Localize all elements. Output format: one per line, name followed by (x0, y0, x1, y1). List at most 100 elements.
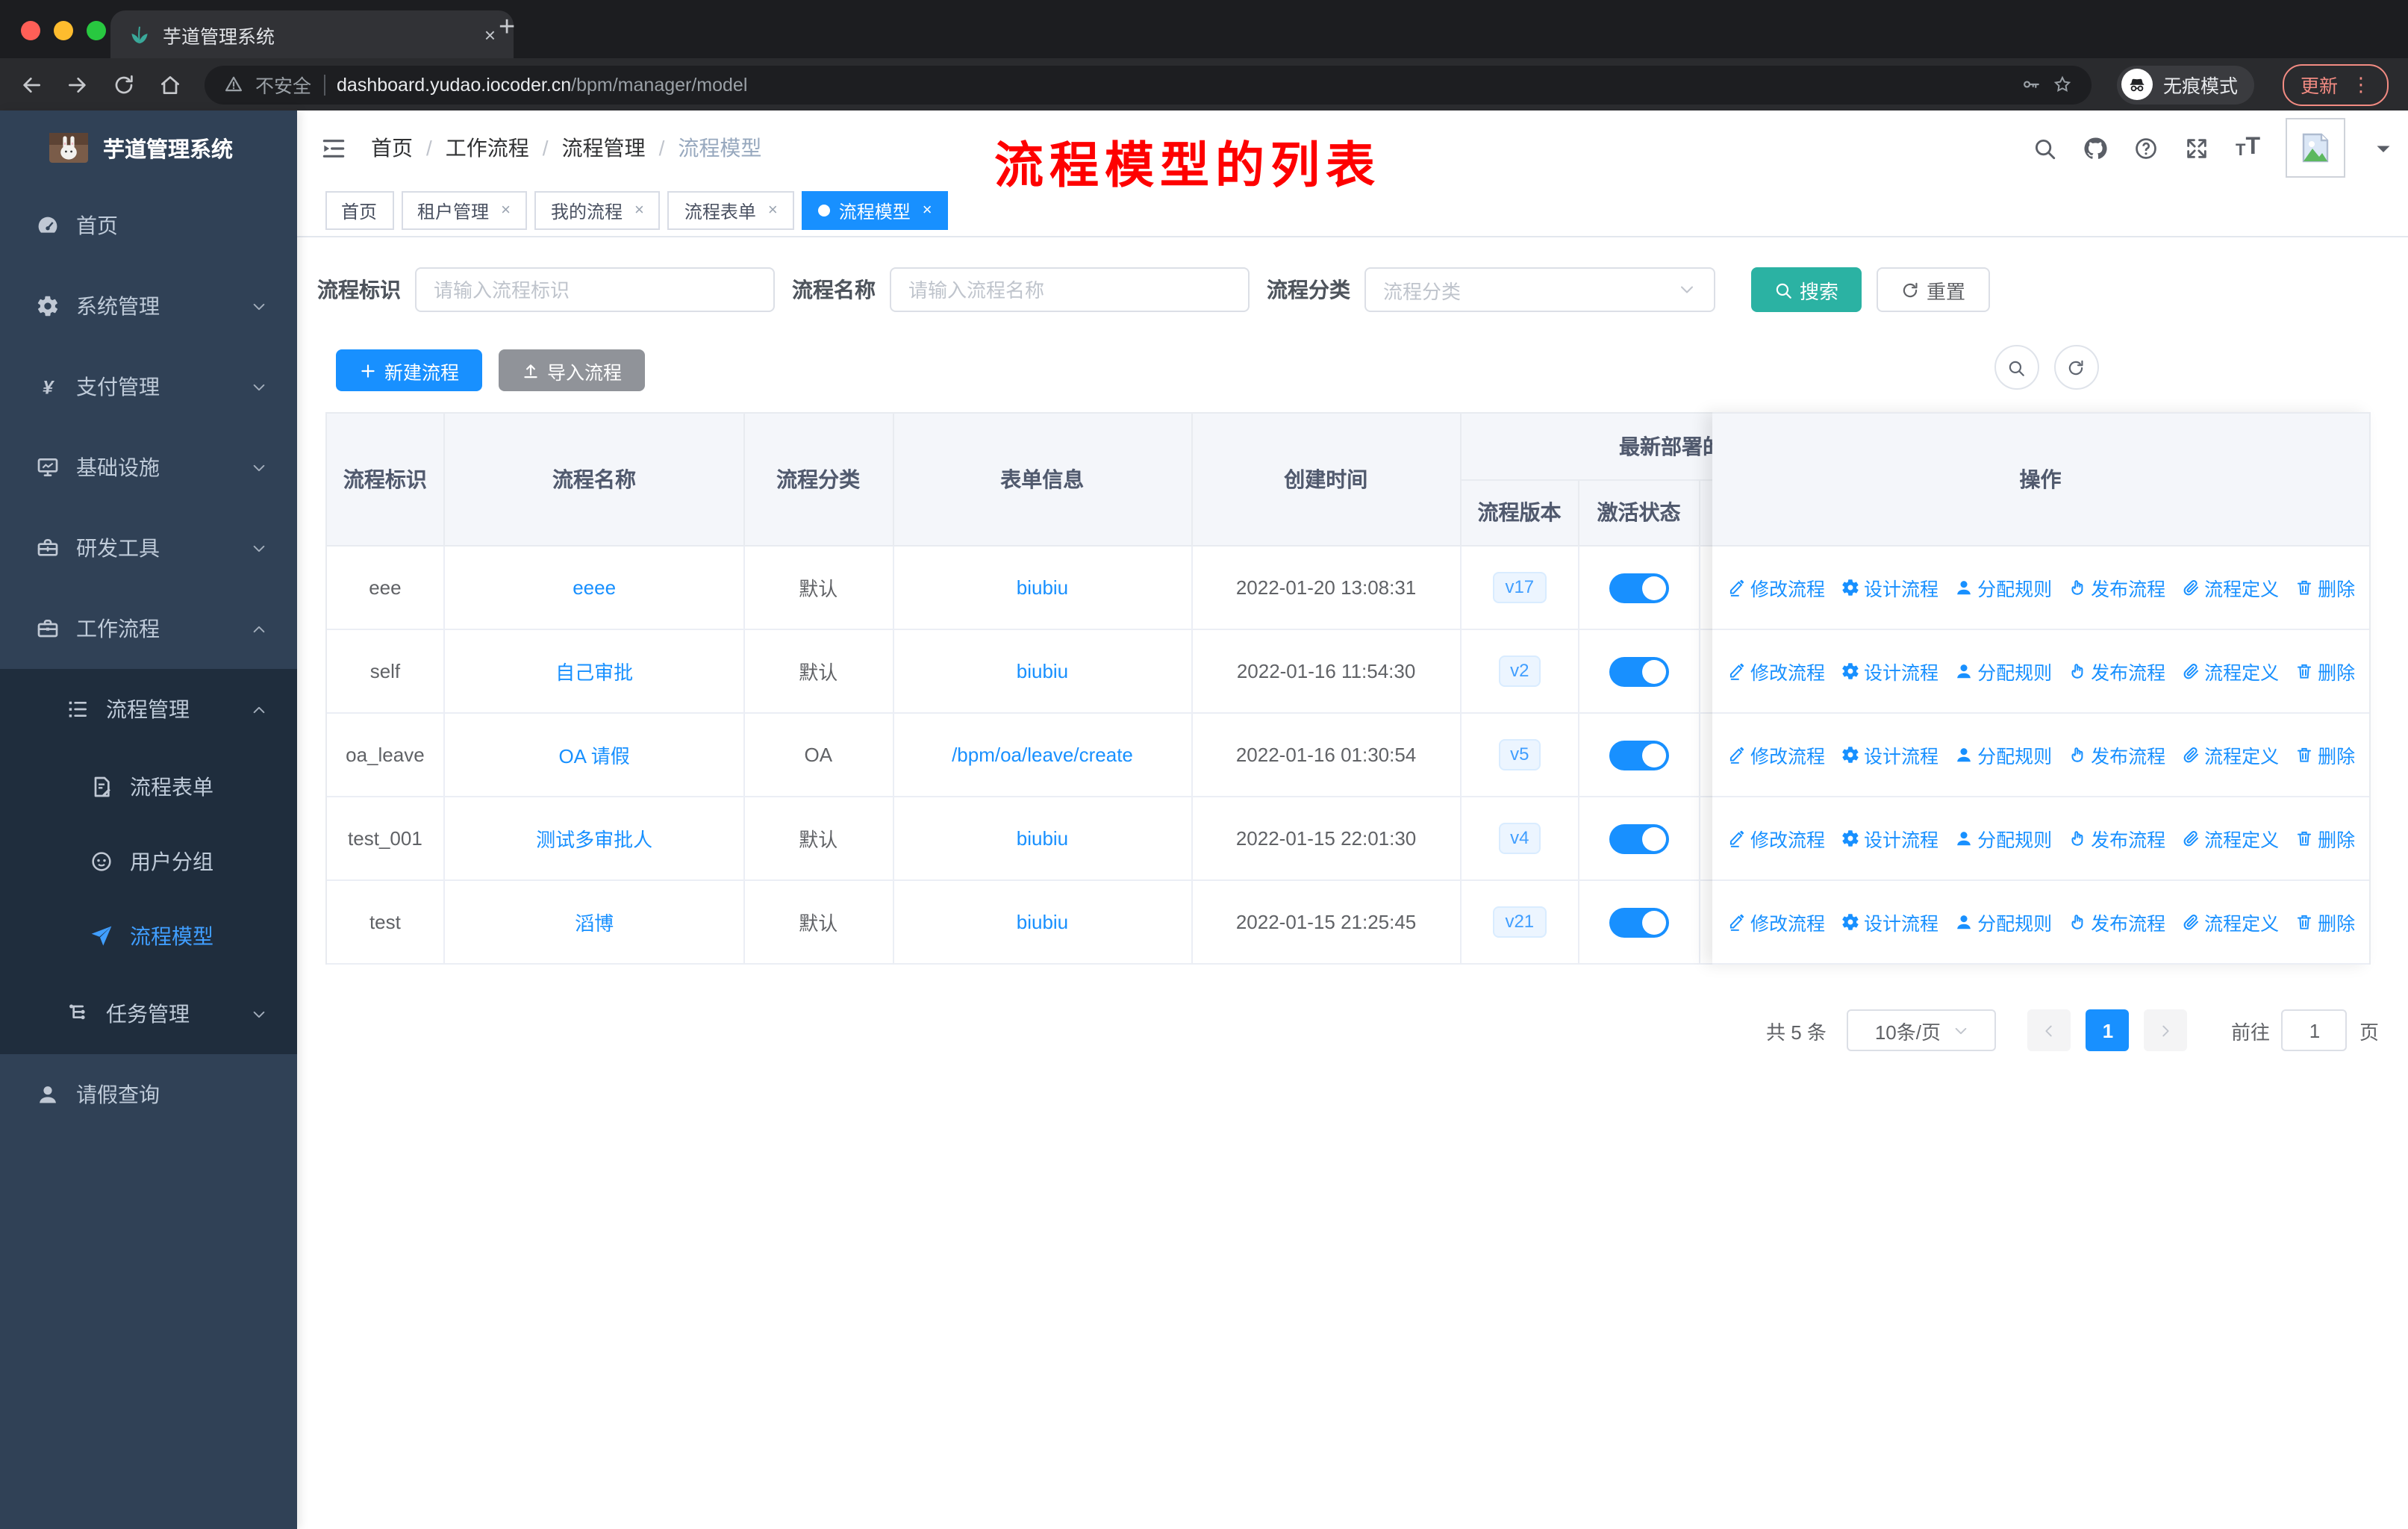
process-category-select[interactable]: 流程分类 (1364, 267, 1715, 312)
user-avatar[interactable] (2286, 118, 2345, 178)
version-badge[interactable]: v2 (1498, 655, 1541, 688)
active-toggle[interactable] (1609, 573, 1669, 602)
github-icon[interactable] (2083, 135, 2109, 161)
process-name-link[interactable]: eeee (573, 576, 616, 599)
sidebar-item-process-form[interactable]: 流程表单 (0, 750, 296, 824)
sidebar-item-infra[interactable]: 基础设施 (0, 427, 296, 508)
op-assign-link[interactable]: 分配规则 (1953, 908, 2052, 936)
app-logo[interactable]: 芋道管理系统 (0, 110, 296, 185)
sidebar-item-process-mgmt[interactable]: 流程管理 (0, 669, 296, 750)
sidebar-item-leave-query[interactable]: 请假查询 (0, 1054, 296, 1135)
process-key-input[interactable] (414, 267, 774, 312)
prev-page-button[interactable] (2027, 1009, 2071, 1051)
help-icon[interactable] (2134, 135, 2159, 161)
op-definition-link[interactable]: 流程定义 (2180, 824, 2279, 853)
tab-my-process[interactable]: 我的流程 × (534, 191, 661, 230)
bookmark-star-icon[interactable] (2053, 75, 2072, 94)
browser-menu-icon[interactable]: ⋮ (2351, 72, 2371, 96)
new-tab-button[interactable]: + (499, 12, 515, 45)
close-tab-icon[interactable]: × (484, 23, 496, 46)
process-name-link[interactable]: OA 请假 (558, 741, 629, 769)
browser-tab[interactable]: 芋道管理系统 × (110, 10, 514, 58)
op-delete-link[interactable]: 删除 (2294, 741, 2355, 769)
sidebar-item-payment[interactable]: ¥ 支付管理 (0, 346, 296, 427)
collapse-sidebar-icon[interactable] (319, 134, 347, 162)
op-modify-link[interactable]: 修改流程 (1727, 657, 1825, 685)
minimize-window-button[interactable] (54, 21, 73, 40)
tab-home[interactable]: 首页 (325, 191, 394, 230)
import-process-button[interactable]: 导入流程 (498, 349, 645, 391)
op-assign-link[interactable]: 分配规则 (1953, 824, 2052, 853)
op-definition-link[interactable]: 流程定义 (2180, 908, 2279, 936)
sidebar-item-home[interactable]: 首页 (0, 185, 296, 266)
zoom-window-button[interactable] (87, 21, 106, 40)
create-process-button[interactable]: 新建流程 (335, 349, 482, 391)
op-delete-link[interactable]: 删除 (2294, 908, 2355, 936)
op-design-link[interactable]: 设计流程 (1840, 908, 1938, 936)
op-publish-link[interactable]: 发布流程 (2067, 741, 2165, 769)
active-toggle[interactable] (1609, 656, 1669, 686)
op-delete-link[interactable]: 删除 (2294, 824, 2355, 853)
address-bar[interactable]: 不安全 dashboard.yudao.iocoder.cn/bpm/manag… (205, 65, 2092, 104)
op-design-link[interactable]: 设计流程 (1840, 824, 1938, 853)
page-size-select[interactable]: 10条/页 (1847, 1009, 1997, 1051)
process-name-link[interactable]: 自己审批 (555, 657, 633, 685)
op-modify-link[interactable]: 修改流程 (1727, 741, 1825, 769)
op-design-link[interactable]: 设计流程 (1840, 657, 1938, 685)
toggle-search-button[interactable] (1994, 345, 2039, 390)
op-modify-link[interactable]: 修改流程 (1727, 573, 1825, 602)
op-assign-link[interactable]: 分配规则 (1953, 573, 2052, 602)
close-tab-icon[interactable]: × (923, 202, 932, 219)
header-search-icon[interactable] (2033, 135, 2058, 161)
search-button[interactable]: 搜索 (1750, 267, 1862, 312)
avatar-caret-down-icon[interactable] (2371, 135, 2396, 161)
close-tab-icon[interactable]: × (634, 202, 644, 219)
process-name-link[interactable]: 滔博 (575, 908, 614, 936)
op-modify-link[interactable]: 修改流程 (1727, 908, 1825, 936)
op-definition-link[interactable]: 流程定义 (2180, 573, 2279, 602)
form-info-link[interactable]: biubiu (1017, 911, 1068, 933)
reset-button[interactable]: 重置 (1876, 267, 1990, 312)
sidebar-item-task-mgmt[interactable]: 任务管理 (0, 974, 296, 1054)
op-publish-link[interactable]: 发布流程 (2067, 908, 2165, 936)
reload-icon[interactable] (112, 72, 136, 96)
sidebar-item-system[interactable]: 系统管理 (0, 266, 296, 346)
version-badge[interactable]: v4 (1498, 822, 1541, 855)
home-icon[interactable] (158, 72, 182, 96)
password-key-icon[interactable] (2021, 75, 2041, 94)
breadcrumb-item[interactable]: 工作流程 (446, 133, 529, 163)
refresh-table-button[interactable] (2053, 345, 2098, 390)
current-page-button[interactable]: 1 (2086, 1009, 2130, 1051)
op-publish-link[interactable]: 发布流程 (2067, 573, 2165, 602)
version-badge[interactable]: v5 (1498, 738, 1541, 771)
back-icon[interactable] (19, 72, 43, 96)
form-info-link[interactable]: biubiu (1017, 660, 1068, 682)
close-tab-icon[interactable]: × (768, 202, 778, 219)
op-publish-link[interactable]: 发布流程 (2067, 657, 2165, 685)
active-toggle[interactable] (1609, 907, 1669, 937)
version-badge[interactable]: v17 (1493, 571, 1547, 604)
breadcrumb-item[interactable]: 流程管理 (562, 133, 646, 163)
version-badge[interactable]: v21 (1493, 906, 1547, 938)
form-info-link[interactable]: /bpm/oa/leave/create (952, 744, 1133, 766)
tab-process-form[interactable]: 流程表单 × (667, 191, 794, 230)
op-design-link[interactable]: 设计流程 (1840, 573, 1938, 602)
process-name-input[interactable] (889, 267, 1249, 312)
fullscreen-icon[interactable] (2185, 135, 2210, 161)
active-toggle[interactable] (1609, 823, 1669, 853)
op-definition-link[interactable]: 流程定义 (2180, 657, 2279, 685)
op-design-link[interactable]: 设计流程 (1840, 741, 1938, 769)
breadcrumb-item[interactable]: 首页 (371, 133, 413, 163)
sidebar-item-user-group[interactable]: 用户分组 (0, 824, 296, 899)
forward-icon[interactable] (66, 72, 90, 96)
sidebar-item-process-model[interactable]: 流程模型 (0, 899, 296, 974)
close-tab-icon[interactable]: × (501, 202, 511, 219)
next-page-button[interactable] (2144, 1009, 2188, 1051)
active-toggle[interactable] (1609, 740, 1669, 770)
goto-page-input[interactable] (2281, 1009, 2348, 1051)
tab-process-model[interactable]: 流程模型 × (801, 191, 949, 230)
op-delete-link[interactable]: 删除 (2294, 657, 2355, 685)
op-definition-link[interactable]: 流程定义 (2180, 741, 2279, 769)
sidebar-item-workflow[interactable]: 工作流程 (0, 588, 296, 669)
form-info-link[interactable]: biubiu (1017, 576, 1068, 599)
